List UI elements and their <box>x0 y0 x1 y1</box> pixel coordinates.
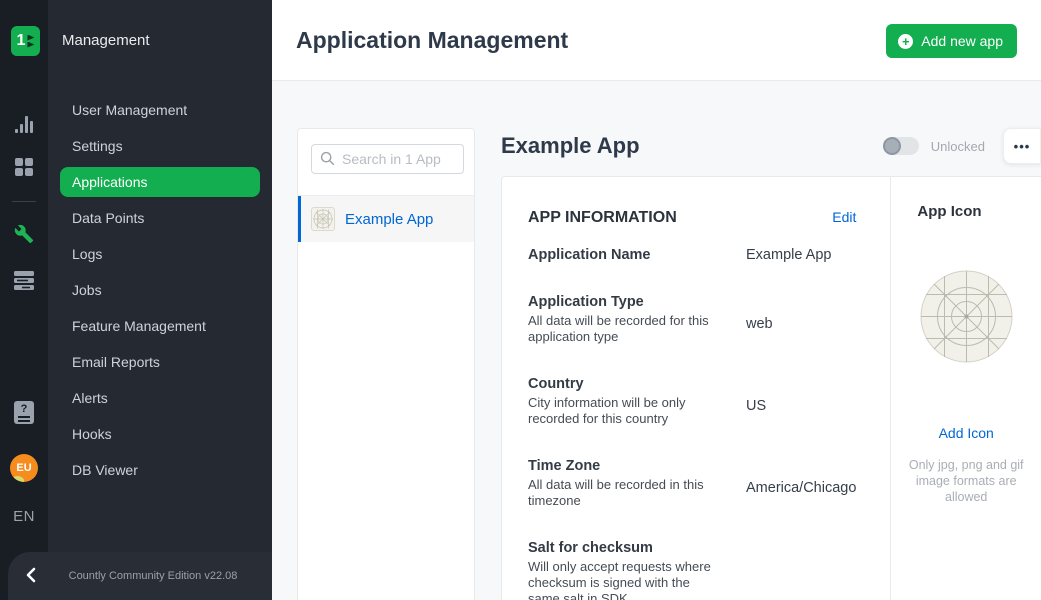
app-list-item-label: Example App <box>345 211 433 228</box>
database-server-icon[interactable] <box>0 271 48 290</box>
field-description: City information will be only recorded f… <box>528 395 716 427</box>
menu-list: User Management Settings Applications Da… <box>48 92 272 488</box>
field-label: Time Zone <box>528 458 746 474</box>
app-icon-title: App Icon <box>891 203 1041 220</box>
sidebar-item-user-management[interactable]: User Management <box>48 92 272 128</box>
sidebar-item-email-reports[interactable]: Email Reports <box>48 344 272 380</box>
sidebar-item-applications[interactable]: Applications <box>60 167 260 197</box>
app-list-panel: Example App <box>297 128 475 600</box>
rail-divider <box>12 201 36 202</box>
sidebar-item-settings[interactable]: Settings <box>48 128 272 164</box>
app-icon-section: App Icon <box>891 177 1041 600</box>
lock-toggle[interactable] <box>883 137 919 155</box>
field-value: web <box>746 294 773 345</box>
page-header: Application Management + Add new app <box>272 0 1041 81</box>
field-label: Application Name <box>528 247 746 263</box>
sidebar: 1 ? EU EN Management User Management <box>0 0 272 600</box>
help-feedback-icon[interactable]: ? <box>0 401 48 424</box>
toggle-knob <box>883 137 901 155</box>
field-application-type: Application Type All data will be record… <box>528 294 856 345</box>
edit-link[interactable]: Edit <box>832 209 856 225</box>
field-country: Country City information will be only re… <box>528 376 856 427</box>
field-value: US <box>746 376 766 427</box>
sidebar-item-logs[interactable]: Logs <box>48 236 272 272</box>
field-application-name: Application Name Example App <box>528 247 856 263</box>
plus-icon: + <box>898 34 913 49</box>
app-placeholder-icon <box>311 207 335 231</box>
section-title: APP INFORMATION <box>528 209 677 227</box>
sidebar-item-hooks[interactable]: Hooks <box>48 416 272 452</box>
field-value: Example App <box>746 247 831 263</box>
sidebar-footer: Countly Community Edition v22.08 <box>8 552 272 600</box>
search-icon <box>320 151 335 171</box>
sidebar-item-db-viewer[interactable]: DB Viewer <box>48 452 272 488</box>
field-label: Salt for checksum <box>528 540 746 556</box>
field-value: America/Chicago <box>746 458 856 509</box>
field-salt-for-checksum: Salt for checksum Will only accept reque… <box>528 540 856 600</box>
app-search-area <box>298 129 474 196</box>
logo-marks <box>27 35 34 48</box>
add-new-app-button[interactable]: + Add new app <box>886 24 1017 58</box>
field-description: Will only accept requests where checksum… <box>528 559 716 600</box>
content-area: Example App Example App Unlocked ••• APP… <box>272 81 1041 600</box>
collapse-sidebar-chevron-icon[interactable] <box>8 565 52 588</box>
icon-rail: 1 ? EU EN <box>0 0 48 600</box>
sidebar-item-feature-management[interactable]: Feature Management <box>48 308 272 344</box>
sidebar-item-data-points[interactable]: Data Points <box>48 200 272 236</box>
app-icon-placeholder <box>920 270 1013 363</box>
field-description: All data will be recorded in this timezo… <box>528 477 716 509</box>
app-list-item-example-app[interactable]: Example App <box>298 196 474 242</box>
page-title: Application Management <box>296 27 568 54</box>
field-label: Country <box>528 376 746 392</box>
countly-logo-icon[interactable]: 1 <box>11 26 40 56</box>
sidebar-item-alerts[interactable]: Alerts <box>48 380 272 416</box>
app-information-section: APP INFORMATION Edit Application Name Ex… <box>502 177 891 600</box>
management-menu: Management User Management Settings Appl… <box>48 0 272 600</box>
field-description: All data will be recorded for this appli… <box>528 313 716 345</box>
menu-title: Management <box>62 32 150 49</box>
language-selector[interactable]: EN <box>0 508 48 525</box>
analytics-bar-chart-icon[interactable] <box>0 115 48 133</box>
version-label: Countly Community Edition v22.08 <box>52 570 272 582</box>
app-title: Example App <box>501 133 640 159</box>
lock-status-label: Unlocked <box>931 139 985 154</box>
logo-digit: 1 <box>17 32 26 50</box>
add-icon-link[interactable]: Add Icon <box>891 425 1041 441</box>
field-label: Application Type <box>528 294 746 310</box>
management-wrench-icon[interactable] <box>0 224 48 244</box>
dashboard-grid-icon[interactable] <box>0 158 48 176</box>
app-detail-card: APP INFORMATION Edit Application Name Ex… <box>501 176 1041 600</box>
field-time-zone: Time Zone All data will be recorded in t… <box>528 458 856 509</box>
app-detail-header: Example App Unlocked ••• <box>501 128 1041 164</box>
add-new-app-label: Add new app <box>921 33 1003 49</box>
sidebar-item-jobs[interactable]: Jobs <box>48 272 272 308</box>
more-options-button[interactable]: ••• <box>1003 128 1041 164</box>
icon-format-note: Only jpg, png and gif image formats are … <box>901 457 1031 505</box>
user-avatar[interactable]: EU <box>10 454 38 482</box>
